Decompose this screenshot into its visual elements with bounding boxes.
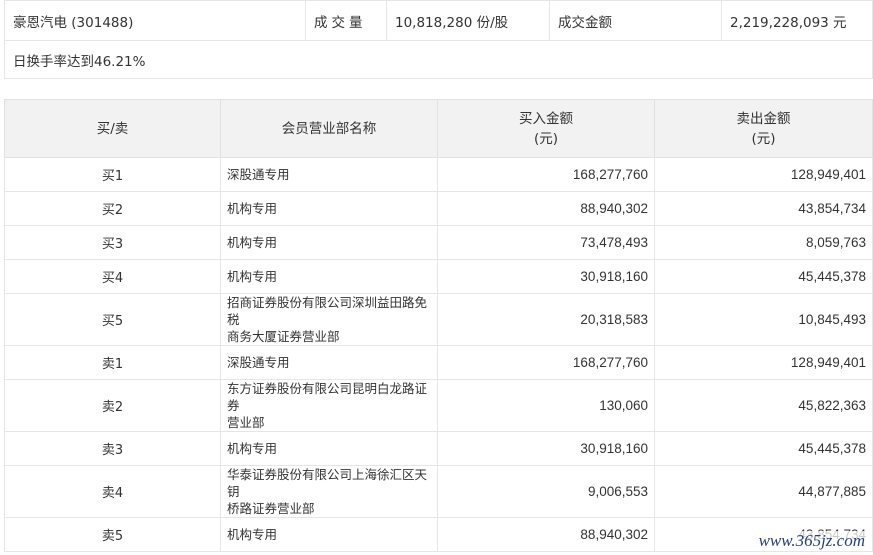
row-member-name: 华泰证券股份有限公司上海徐汇区天钥桥路证券营业部	[220, 465, 438, 518]
row-member-name: 机构专用	[220, 225, 438, 260]
member-name-line1: 深股通专用	[227, 355, 290, 370]
table-row: 卖5机构专用88,940,30243,854,734	[4, 517, 873, 552]
member-name-line1: 机构专用	[227, 441, 278, 456]
row-buy-amount: 30,918,160	[437, 431, 655, 466]
row-side: 买4	[4, 259, 221, 294]
table-row: 买4 机构专用 30,918,160 45,445,378	[4, 259, 873, 294]
row-sell-amount: 45,445,378	[654, 431, 873, 466]
row-sell-amount: 128,949,401	[654, 157, 873, 192]
row-buy-amount: 130,060	[437, 379, 655, 432]
header-buy-amount: 买入金额 (元)	[437, 99, 655, 158]
member-name-line1: 东方证券股份有限公司昆明白龙路证券	[227, 381, 428, 413]
row-side: 买3	[4, 225, 221, 260]
row-buy-amount: 20,318,583	[437, 293, 655, 346]
member-name-line2: 商务大厦证券营业部	[227, 329, 340, 344]
table-row: 买3 机构专用 73,478,493 8,059,763	[4, 225, 873, 260]
header-sell-line2: (元)	[751, 130, 776, 147]
table-header-row: 买/卖 会员营业部名称 买入金额 (元) 卖出金额 (元)	[4, 99, 873, 158]
turnover-row: 日换手率达到46.21%	[4, 40, 873, 79]
summary-row: 豪恩汽电 (301488) 成交量 10,818,280 份/股 成交金额 2,…	[4, 0, 873, 41]
row-buy-amount: 73,478,493	[437, 225, 655, 260]
header-buy-line1: 买入金额	[519, 110, 573, 127]
header-side: 买/卖	[4, 99, 221, 158]
row-sell-amount: 45,445,378	[654, 259, 873, 294]
table-row: 卖4 华泰证券股份有限公司上海徐汇区天钥 桥路证券营业部 9,006,553 44,87…	[4, 465, 873, 518]
amount-label: 成交金额	[549, 0, 722, 41]
row-member-name: 机构专用	[220, 259, 438, 294]
trading-seats-table: 买/卖 会员营业部名称 买入金额 (元) 卖出金额 (元) 买1 深股通专用 168…	[4, 99, 873, 552]
row-buy-amount: 88,940,302	[437, 517, 655, 552]
row-member-name: 深股通专用	[220, 345, 438, 380]
volume-label: 成交量	[305, 0, 387, 41]
site-watermark: www.365jz.com	[756, 531, 867, 551]
row-buy-amount: 168,277,760	[437, 157, 655, 192]
table-row: 卖1 深股通专用 168,277,760 128,949,401	[4, 345, 873, 380]
member-name-line1: 华泰证券股份有限公司上海徐汇区天钥	[227, 467, 428, 499]
table-row: 买2 机构专用 88,940,302 43,854,734	[4, 191, 873, 226]
row-side: 卖1	[4, 345, 221, 380]
row-buy-amount: 30,918,160	[437, 259, 655, 294]
row-side: 卖4	[4, 465, 221, 518]
row-side: 卖5	[4, 517, 221, 552]
row-member-name: 招商证券股份有限公司深圳益田路免税商务大厦证券营业部	[220, 293, 438, 346]
row-side: 买5	[4, 293, 221, 346]
row-sell-amount: 44,877,885	[654, 465, 873, 518]
member-name-line1: 机构专用	[227, 269, 278, 284]
header-sell-line1: 卖出金额	[736, 110, 791, 127]
row-sell-amount: 128,949,401	[654, 345, 873, 380]
row-buy-amount: 168,277,760	[437, 345, 655, 380]
amount-value: 2,219,228,093 元	[721, 0, 873, 41]
turnover-note: 日换手率达到46.21%	[4, 40, 873, 79]
header-sell-amount: 卖出金额 (元)	[654, 99, 873, 158]
row-sell-amount: 43,854,734	[654, 191, 873, 226]
row-member-name: 机构专用	[220, 431, 438, 466]
row-side: 卖3	[4, 431, 221, 466]
table-row: 卖2 东方证券股份有限公司昆明白龙路证券 营业部 130,060 45,822,363	[4, 379, 873, 432]
header-member: 会员营业部名称	[220, 99, 438, 158]
row-sell-amount: 45,822,363	[654, 379, 873, 432]
row-sell-amount: 10,845,493	[654, 293, 873, 346]
member-name-line1: 机构专用	[227, 527, 278, 542]
header-buy-line2: (元)	[533, 130, 559, 147]
member-name-line1: 机构专用	[227, 201, 278, 216]
member-name-line2: 营业部	[227, 415, 265, 430]
row-sell-amount: 8,059,763	[654, 225, 873, 260]
stock-summary-table: 豪恩汽电 (301488) 成交量 10,818,280 份/股 成交金额 2,…	[4, 0, 873, 79]
row-side: 卖2	[4, 379, 221, 432]
row-member-name: 东方证券股份有限公司昆明白龙路证券营业部	[220, 379, 438, 432]
table-row: 卖3 机构专用 30,918,160 45,445,378	[4, 431, 873, 466]
row-buy-amount: 9,006,553	[437, 465, 655, 518]
row-side: 买2	[4, 191, 221, 226]
volume-value: 10,818,280 份/股	[386, 0, 550, 41]
row-member-name: 深股通专用	[220, 157, 438, 192]
row-buy-amount: 88,940,302	[437, 191, 655, 226]
row-member-name: 机构专用	[220, 517, 438, 552]
row-side: 买1	[4, 157, 221, 192]
member-name-line1: 机构专用	[227, 235, 278, 250]
row-member-name: 机构专用	[220, 191, 438, 226]
table-row: 买1 深股通专用 168,277,760 128,949,401	[4, 157, 873, 192]
member-name-line2: 桥路证券营业部	[227, 501, 315, 516]
member-name-line1: 招商证券股份有限公司深圳益田路免税	[227, 295, 428, 327]
stock-name: 豪恩汽电 (301488)	[4, 0, 306, 41]
table-row: 买5 招商证券股份有限公司深圳益田路免税 商务大厦证券营业部 20,318,583 10…	[4, 293, 873, 346]
member-name-line1: 深股通专用	[227, 167, 290, 182]
